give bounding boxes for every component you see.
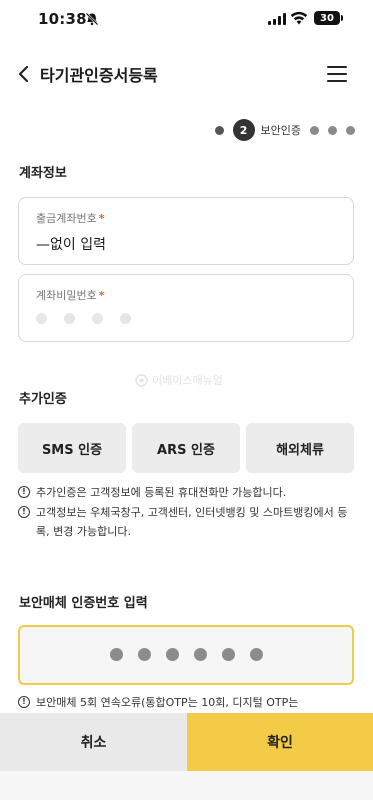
auth-note: ! 고객정보는 우체국창구, 고객센터, 인터넷뱅킹 및 스마트뱅킹에서 등록,…: [18, 503, 354, 541]
watermark-logo-icon: [135, 373, 148, 387]
password-dot: [92, 313, 103, 324]
security-medium-title: 보안매체 인증번호 입력: [19, 596, 148, 611]
account-number-label-text: 출금계좌번호: [36, 212, 97, 225]
code-dot: [222, 648, 235, 661]
confirm-button[interactable]: 확인: [187, 713, 373, 771]
overseas-stay-button[interactable]: 해외체류: [246, 423, 354, 473]
password-dots[interactable]: [36, 313, 131, 324]
battery-indicator: 30: [314, 11, 343, 25]
bottom-action-bar: 취소 확인: [0, 713, 373, 771]
step-dot-upcoming: [346, 125, 355, 135]
password-dot: [36, 313, 47, 324]
auth-notes: ! 추가인증은 고객정보에 등록된 휴대전화만 가능합니다. ! 고객정보는 우…: [18, 483, 354, 542]
code-dot: [250, 648, 263, 661]
auth-note: ! 추가인증은 고객정보에 등록된 휴대전화만 가능합니다.: [18, 483, 354, 502]
account-password-label: 계좌비밀번호 *: [36, 287, 105, 303]
back-button[interactable]: [12, 62, 34, 86]
status-time: 10:38: [38, 10, 87, 28]
step-indicator: 2 보안인증: [214, 118, 355, 142]
account-password-label-text: 계좌비밀번호: [36, 289, 97, 302]
page-title: 타기관인증서등록: [40, 66, 158, 85]
auth-method-group: SMS 인증 ARS 인증 해외체류: [18, 423, 354, 473]
bell-off-icon: [85, 12, 99, 26]
cellular-signal-icon: [268, 13, 286, 25]
step-dot-upcoming: [310, 125, 319, 135]
auth-note-text: 고객정보는 우체국창구, 고객센터, 인터넷뱅킹 및 스마트뱅킹에서 등록, 변…: [36, 506, 348, 538]
account-section-title: 계좌정보: [19, 166, 67, 181]
code-dot: [166, 648, 179, 661]
code-dot: [138, 648, 151, 661]
watermark: 이베이스매뉴얼: [135, 372, 223, 388]
step-label: 보안인증: [260, 124, 301, 137]
password-dot: [64, 313, 75, 324]
home-indicator-area: [0, 771, 373, 800]
chevron-left-icon: [18, 65, 29, 83]
step-dot-upcoming: [328, 125, 337, 135]
security-note-text: 보안매체 5회 연속오류(통합OTP는 10회, 디지털 OTP는: [36, 696, 299, 709]
menu-icon-line: [327, 80, 347, 82]
cancel-button[interactable]: 취소: [0, 713, 187, 771]
account-password-field[interactable]: 계좌비밀번호 *: [18, 274, 354, 342]
status-bar: 10:38 30: [0, 0, 373, 40]
security-notes: ! 보안매체 5회 연속오류(통합OTP는 10회, 디지털 OTP는: [18, 693, 354, 713]
menu-button[interactable]: [327, 66, 347, 82]
code-dot: [194, 648, 207, 661]
info-icon: !: [18, 486, 30, 498]
step-number: 2: [232, 119, 255, 141]
security-note: ! 보안매체 5회 연속오류(통합OTP는 10회, 디지털 OTP는: [18, 693, 354, 712]
additional-auth-title: 추가인증: [19, 392, 67, 407]
required-mark: *: [98, 289, 105, 302]
menu-icon-line: [327, 73, 347, 75]
menu-icon-line: [327, 66, 347, 68]
password-dot: [120, 313, 131, 324]
info-icon: !: [18, 506, 30, 518]
sms-auth-button[interactable]: SMS 인증: [18, 423, 126, 473]
code-dot: [110, 648, 123, 661]
info-icon: !: [18, 696, 30, 708]
step-current: 2 보안인증: [232, 119, 301, 141]
security-code-input[interactable]: [18, 625, 354, 685]
auth-note-text: 추가인증은 고객정보에 등록된 휴대전화만 가능합니다.: [36, 486, 287, 499]
security-code-dots: [110, 648, 263, 661]
account-number-input[interactable]: —없이 입력: [36, 234, 106, 254]
required-mark: *: [98, 212, 105, 225]
watermark-text: 이베이스매뉴얼: [152, 374, 223, 387]
account-number-field[interactable]: 출금계좌번호 * —없이 입력: [18, 197, 354, 265]
wifi-icon: [290, 11, 308, 25]
step-dot-completed: [214, 125, 224, 135]
app-header: 타기관인증서등록: [0, 52, 373, 96]
account-number-label: 출금계좌번호 *: [36, 210, 105, 226]
ars-auth-button[interactable]: ARS 인증: [132, 423, 240, 473]
